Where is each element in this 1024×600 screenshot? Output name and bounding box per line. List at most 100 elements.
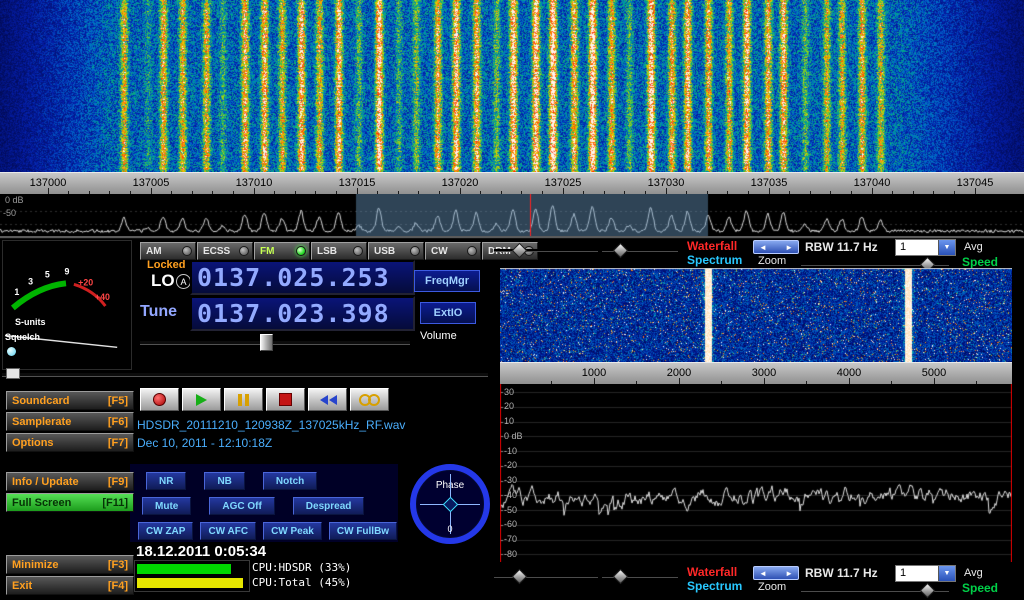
cpu-total-text: CPU:Total (45%)	[252, 576, 351, 589]
agc-off-button[interactable]: AGC Off	[209, 497, 274, 515]
smeter-tick-label: +20	[78, 277, 93, 287]
mode-button-lsb[interactable]: LSB	[311, 242, 367, 260]
zoom-spinner-top[interactable]: ◄►	[753, 240, 799, 254]
mute-button[interactable]: Mute	[142, 497, 191, 515]
extio-button[interactable]: ExtIO	[420, 302, 476, 324]
waterfall-range-slider-top[interactable]	[602, 242, 678, 258]
loop-button[interactable]	[350, 388, 389, 411]
speed-slider-bottom[interactable]	[801, 582, 949, 598]
pause-button[interactable]	[224, 388, 263, 411]
locked-label: Locked	[147, 259, 186, 271]
audio-waterfall-display[interactable]	[500, 268, 1012, 362]
dropdown-arrow-icon[interactable]: ▼	[938, 566, 955, 581]
cw-zap-button[interactable]: CW ZAP	[138, 522, 193, 540]
slider-thumb[interactable]	[613, 569, 629, 585]
cw-fullbw-button[interactable]: CW FullBw	[329, 522, 397, 540]
play-icon	[196, 394, 207, 406]
mode-button-usb[interactable]: USB	[368, 242, 424, 260]
waterfall-level-slider-bottom[interactable]	[494, 568, 598, 584]
cpu-total-bar	[137, 578, 243, 588]
rewind-button[interactable]	[308, 388, 347, 411]
zoom-in-arrow-icon[interactable]: ►	[785, 243, 793, 252]
zoom-spinner-bottom[interactable]: ◄►	[753, 566, 799, 580]
squelch-indicator-icon	[7, 347, 16, 356]
exit-button[interactable]: Exit[F4]	[6, 576, 134, 595]
waterfall-range-slider-bottom[interactable]	[602, 568, 678, 584]
button-fkey: [F7]	[108, 437, 128, 449]
lo-frequency-display[interactable]: 0137.025.253	[190, 260, 415, 295]
cw-peak-button[interactable]: CW Peak	[263, 522, 322, 540]
rewind-icon	[319, 395, 337, 405]
slider-thumb[interactable]	[512, 243, 528, 259]
db-scale-label: -80	[504, 549, 517, 559]
volume-slider[interactable]	[140, 334, 410, 350]
button-label: Full Screen	[12, 497, 71, 509]
pause-glyph-part	[238, 394, 242, 406]
notch-button[interactable]: Notch	[263, 472, 317, 490]
rewind-glyph-part	[329, 395, 337, 405]
mode-button-row: AMECSSFMLSBUSBCWDRM	[140, 242, 538, 260]
despread-button[interactable]: Despread	[293, 497, 365, 515]
record-button[interactable]	[140, 388, 179, 411]
volume-label: Volume	[420, 330, 457, 342]
stop-button[interactable]	[266, 388, 305, 411]
tune-frequency-display[interactable]: 0137.023.398	[190, 296, 415, 331]
slider-track[interactable]	[494, 575, 598, 578]
button-label: Minimize	[12, 559, 58, 571]
slider-track[interactable]	[494, 249, 598, 252]
avg-select-value[interactable]: 1	[896, 240, 938, 255]
waterfall-level-slider-top[interactable]	[494, 242, 598, 258]
smeter-tick-label: +40	[95, 292, 110, 302]
slider-thumb[interactable]	[920, 583, 936, 599]
mode-button-fm[interactable]: FM	[254, 242, 310, 260]
db-scale-label: -70	[504, 534, 517, 544]
main-spectrum-display[interactable]: 0 dB -50	[0, 194, 1024, 236]
zoom-out-arrow-icon[interactable]: ◄	[759, 569, 767, 578]
freqmgr-button[interactable]: FreqMgr	[414, 270, 480, 292]
mode-button-am[interactable]: AM	[140, 242, 196, 260]
slider-thumb[interactable]	[512, 569, 528, 585]
slider-thumb[interactable]	[6, 368, 20, 379]
button-fkey: [F6]	[108, 416, 128, 428]
slider-thumb[interactable]	[260, 334, 273, 351]
slider-thumb[interactable]	[613, 243, 629, 259]
zoom-out-arrow-icon[interactable]: ◄	[759, 243, 767, 252]
samplerate-button[interactable]: Samplerate[F6]	[6, 412, 134, 431]
db-scale-label: 20	[504, 401, 514, 411]
spectrum-db-0-label: 0 dB	[5, 195, 24, 205]
nr-button[interactable]: NR	[146, 472, 186, 490]
main-spectrum-canvas[interactable]	[0, 194, 1024, 236]
lo-channel-badge[interactable]: A	[176, 274, 191, 289]
full-screen-button[interactable]: Full Screen[F11]	[6, 493, 134, 512]
slider-track[interactable]	[2, 372, 488, 377]
mode-button-cw[interactable]: CW	[425, 242, 481, 260]
slider-track[interactable]	[140, 340, 410, 345]
nb-button[interactable]: NB	[204, 472, 244, 490]
audio-spectrum-display[interactable]: 3020100 dB-10-20-30-40-50-60-70-80	[500, 384, 1012, 562]
avg-select-top[interactable]: 1▼	[895, 239, 956, 256]
phase-indicator[interactable]: Phase 0	[410, 464, 490, 544]
audio-spectrum-canvas[interactable]	[500, 384, 1012, 562]
avg-select-bottom[interactable]: 1▼	[895, 565, 956, 582]
audio-frequency-scale[interactable]: 10002000300040005000	[500, 362, 1012, 386]
avg-select-value[interactable]: 1	[896, 566, 938, 581]
main-frequency-scale[interactable]: 1370001370051370101370151370201370251370…	[0, 172, 1024, 196]
options-button[interactable]: Options[F7]	[6, 433, 134, 452]
dsp-row: CW ZAP CW AFC CW Peak CW FullBw	[130, 522, 398, 540]
smeter-tick-label: 1	[14, 287, 19, 297]
stop-icon	[279, 393, 292, 406]
led-off-icon	[182, 246, 192, 256]
minimize-button[interactable]: Minimize[F3]	[6, 555, 134, 574]
play-button[interactable]	[182, 388, 221, 411]
db-scale-label: -50	[504, 505, 517, 515]
soundcard-button[interactable]: Soundcard[F5]	[6, 391, 134, 410]
dropdown-arrow-icon[interactable]: ▼	[938, 240, 955, 255]
main-waterfall-display[interactable]	[0, 0, 1024, 172]
db-scale-label: -60	[504, 519, 517, 529]
squelch-slider[interactable]	[2, 366, 488, 381]
zoom-in-arrow-icon[interactable]: ►	[785, 569, 793, 578]
waterfall-label: Waterfall	[687, 239, 737, 253]
mode-button-ecss[interactable]: ECSS	[197, 242, 253, 260]
info-update-button[interactable]: Info / Update[F9]	[6, 472, 134, 491]
cw-afc-button[interactable]: CW AFC	[200, 522, 256, 540]
